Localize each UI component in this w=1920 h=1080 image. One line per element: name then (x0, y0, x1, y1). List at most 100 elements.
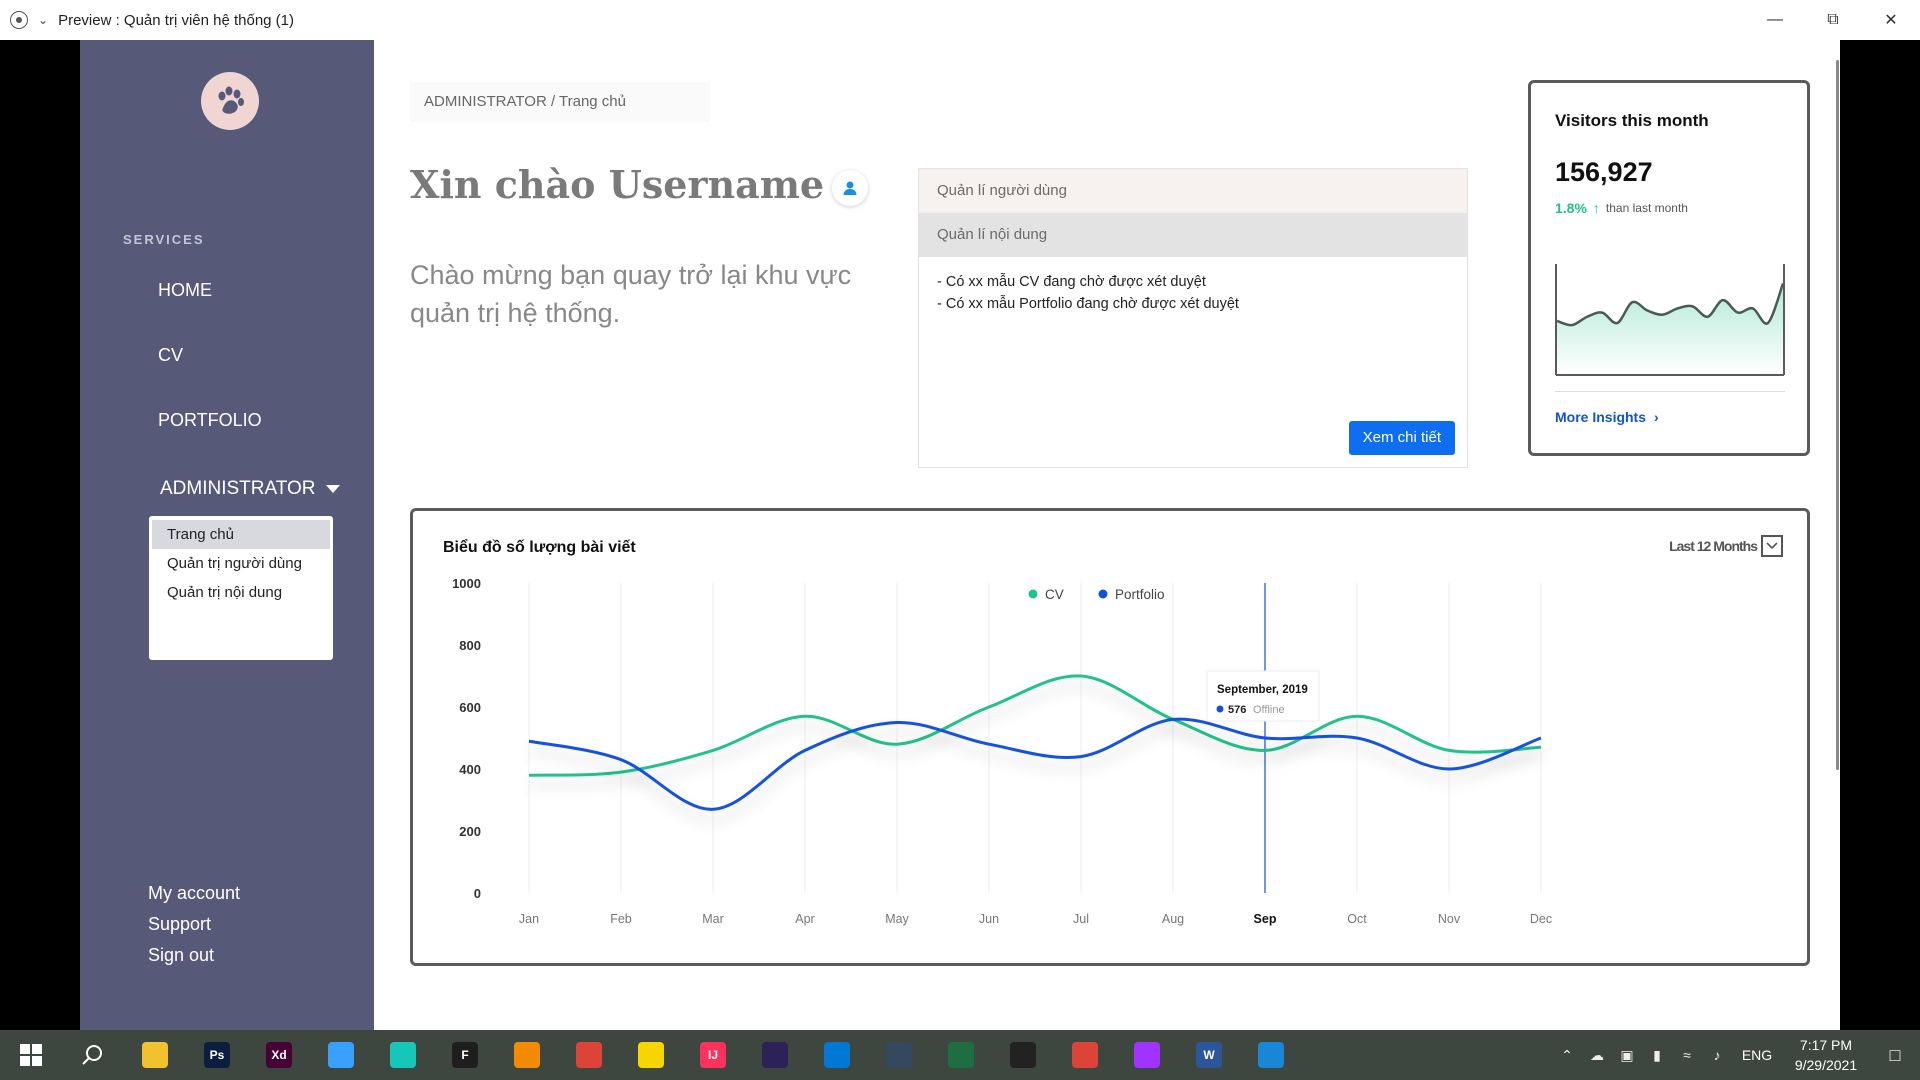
window-titlebar: ⌄ Preview : Quản trị viên hệ thống (1) —… (0, 0, 1920, 40)
word-icon[interactable]: W (1178, 1030, 1240, 1080)
battery-icon[interactable]: ▮ (1642, 1047, 1672, 1064)
app-cube-icon[interactable] (868, 1030, 930, 1080)
sticky-notes-icon[interactable] (620, 1030, 682, 1080)
paw-logo-icon[interactable] (201, 72, 259, 130)
letterbox-right (1840, 40, 1920, 1030)
user-icon (843, 181, 857, 195)
tab-quan-li-nguoi-dung[interactable]: Quản lí người dùng (919, 169, 1467, 213)
language-indicator[interactable]: ENG (1732, 1047, 1782, 1063)
chrome-icon[interactable] (558, 1030, 620, 1080)
clock-time: 7:17 PM (1799, 1037, 1853, 1053)
clock-date: 9/29/2021 (1794, 1057, 1858, 1073)
media-player-icon[interactable] (1240, 1030, 1302, 1080)
chevron-down-icon[interactable]: ⌄ (38, 13, 48, 27)
volume-icon[interactable]: ♪ (1702, 1047, 1732, 1063)
y-tick-label: 1000 (452, 576, 481, 591)
support-link[interactable]: Support (148, 909, 240, 940)
eclipse-icon[interactable] (744, 1030, 806, 1080)
x-tick-label: Jul (1073, 912, 1089, 926)
dropdown-item-quan-tri-noi-dung[interactable]: Quản trị nội dung (149, 578, 333, 607)
series-line-cv (528, 674, 1542, 777)
vscode-icon[interactable] (806, 1030, 868, 1080)
posts-chart-card: 0 200 400 600 800 1000 Jan Feb Mar Apr May Jun Jul Au… (410, 508, 1810, 966)
file-explorer-icon-glyph (142, 1042, 168, 1068)
obs-icon-glyph (1010, 1042, 1036, 1068)
view-detail-button[interactable]: Xem chi tiết (1348, 421, 1455, 455)
sidebar-item-home[interactable]: HOME (158, 280, 212, 301)
taskbar-apps: Ps Xd F IJ W (124, 1030, 1302, 1080)
eclipse-icon-glyph (762, 1042, 788, 1068)
caret-down-icon (325, 485, 340, 493)
pending-cv-text: - Có xx mẫu CV đang chờ được xét duyệt (937, 274, 1206, 290)
series-line-portfolio (528, 717, 1542, 811)
window-title: Preview : Quản trị viên hệ thống (1) (58, 11, 295, 29)
minimize-button[interactable]: — (1746, 0, 1804, 40)
more-insights-label: More Insights (1555, 409, 1647, 425)
restore-button[interactable]: ⧉ (1804, 0, 1862, 40)
adobe-xd-icon[interactable]: Xd (248, 1030, 310, 1080)
intellij-icon-glyph: IJ (700, 1042, 726, 1068)
tab-quan-li-noi-dung[interactable]: Quản lí nội dung (919, 213, 1467, 257)
close-button[interactable]: ✕ (1862, 0, 1920, 40)
notification-icon[interactable]: □ (1870, 1045, 1920, 1066)
app-cube-icon-glyph (886, 1042, 912, 1068)
more-insights-link[interactable]: More Insights › (1555, 409, 1659, 425)
record-icon[interactable] (10, 11, 28, 29)
intellij-icon[interactable]: IJ (682, 1030, 744, 1080)
photoshop-icon[interactable]: Ps (186, 1030, 248, 1080)
panel-body: - Có xx mẫu CV đang chờ được xét duyệt -… (919, 257, 1467, 329)
onedrive-icon[interactable]: ☁ (1582, 1047, 1612, 1064)
sidebar-item-portfolio[interactable]: PORTFOLIO (158, 410, 262, 431)
app-orange-icon[interactable] (496, 1030, 558, 1080)
excel-icon[interactable] (930, 1030, 992, 1080)
user-profile-button[interactable] (832, 170, 868, 206)
chevron-up-icon[interactable]: ⌃ (1552, 1047, 1582, 1064)
search-icon[interactable] (62, 1030, 124, 1080)
scrollbar[interactable] (1836, 60, 1839, 770)
y-tick-label: 800 (459, 638, 481, 653)
word-icon-glyph: W (1196, 1042, 1222, 1068)
app-circle-icon[interactable] (372, 1030, 434, 1080)
chrome-2-icon-glyph (1072, 1042, 1098, 1068)
divider (1555, 391, 1785, 392)
x-tick-label: Nov (1438, 912, 1461, 926)
pending-portfolio-text: - Có xx mẫu Portfolio đang chờ được xét … (937, 296, 1239, 312)
sidebar-item-administrator[interactable]: ADMINISTRATOR (160, 478, 340, 500)
legend-label: Portfolio (1115, 587, 1165, 602)
my-account-link[interactable]: My account (148, 878, 240, 909)
figma-icon[interactable]: F (434, 1030, 496, 1080)
legend-marker (1028, 589, 1038, 599)
file-explorer-icon[interactable] (124, 1030, 186, 1080)
tooltip-marker (1216, 705, 1224, 713)
app-square-icon-glyph (328, 1042, 354, 1068)
visitors-card: Visitors this month 156,927 1.8% ↑ than … (1528, 80, 1810, 456)
messenger-icon-glyph (1134, 1042, 1160, 1068)
system-tray: ⌃ ☁ ▣ ▮ ≈ ♪ ENG 7:17 PM 9/29/2021 □ (1552, 1030, 1920, 1080)
visitors-change: 1.8% ↑ than last month (1555, 200, 1783, 216)
chrome-2-icon[interactable] (1054, 1030, 1116, 1080)
windows-start-icon[interactable] (0, 1030, 62, 1080)
sidebar-item-cv[interactable]: CV (158, 345, 183, 366)
camera-icon[interactable]: ▣ (1612, 1047, 1642, 1064)
wifi-icon[interactable]: ≈ (1672, 1047, 1702, 1063)
x-tick-label: Oct (1347, 912, 1367, 926)
services-label: SERVICES (123, 232, 205, 247)
obs-icon[interactable] (992, 1030, 1054, 1080)
sign-out-link[interactable]: Sign out (148, 940, 240, 971)
visitors-change-percent: 1.8% (1555, 200, 1587, 216)
clock[interactable]: 7:17 PM 9/29/2021 (1782, 1035, 1870, 1075)
messenger-icon[interactable] (1116, 1030, 1178, 1080)
range-select[interactable]: Last 12 Months (1669, 535, 1783, 557)
app-square-icon[interactable] (310, 1030, 372, 1080)
dropdown-item-quan-tri-nguoi-dung[interactable]: Quản trị người dùng (149, 549, 333, 578)
chart-tooltip: September, 2019 576 Offline (1206, 670, 1320, 722)
y-tick-label: 400 (459, 762, 481, 777)
chrome-icon-glyph (576, 1042, 602, 1068)
x-tick-label: Dec (1530, 912, 1552, 926)
app-orange-icon-glyph (514, 1042, 540, 1068)
arrow-up-icon: ↑ (1592, 200, 1600, 216)
y-tick-label: 0 (474, 886, 481, 901)
dropdown-item-trang-chu[interactable]: Trang chủ (152, 520, 330, 549)
x-tick-label: Jan (519, 912, 539, 926)
welcome-message: Chào mừng bạn quay trở lại khu vực quản … (410, 260, 852, 328)
